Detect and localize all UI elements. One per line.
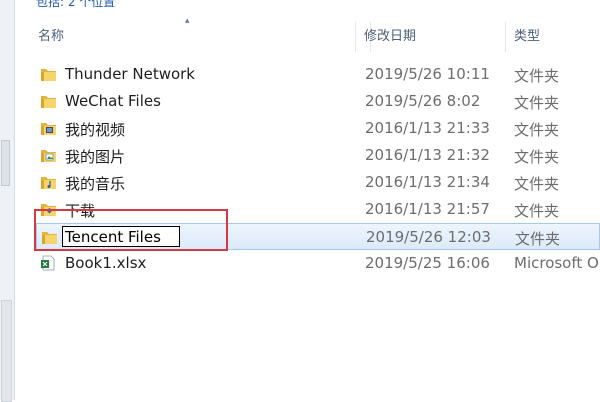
list-item[interactable]: 下载 2016/1/13 21:57 文件夹	[36, 196, 600, 223]
downloads-folder-icon	[40, 201, 57, 217]
folder-icon	[41, 229, 58, 245]
file-type: 文件夹	[514, 121, 560, 139]
list-item[interactable]: Book1.xlsx 2019/5/25 16:06 Microsoft O	[36, 250, 600, 277]
list-item[interactable]: 我的视频 2016/1/13 21:33 文件夹	[36, 115, 600, 142]
rename-input[interactable]	[62, 226, 180, 247]
list-item[interactable]: 我的图片 2016/1/13 21:32 文件夹	[36, 142, 600, 169]
file-date-modified: 2019/5/26 10:11	[365, 65, 490, 83]
file-date-modified: 2016/1/13 21:57	[365, 200, 490, 218]
column-header-type[interactable]: 类型	[506, 22, 600, 52]
file-date-modified: 2019/5/25 16:06	[365, 254, 490, 272]
library-locations-link[interactable]: 包括: 2 个位置	[36, 0, 115, 9]
video-folder-icon	[40, 120, 57, 136]
file-name: Thunder Network	[65, 65, 195, 83]
file-name: 下载	[65, 202, 96, 220]
list-item[interactable]: WeChat Files 2019/5/26 8:02 文件夹	[36, 88, 600, 115]
pane-splitter-grip[interactable]	[1, 140, 10, 186]
music-folder-icon	[40, 174, 57, 190]
file-date-modified: 2016/1/13 21:33	[365, 119, 490, 137]
pictures-folder-icon	[40, 147, 57, 163]
file-type: 文件夹	[514, 148, 560, 166]
file-name: WeChat Files	[65, 92, 161, 110]
file-name: 我的音乐	[65, 175, 126, 193]
file-name: Book1.xlsx	[65, 254, 147, 272]
folder-icon	[40, 93, 57, 109]
list-item[interactable]: 我的音乐 2016/1/13 21:34 文件夹	[36, 169, 600, 196]
file-date-modified: 2016/1/13 21:34	[365, 173, 490, 191]
file-date-modified: 2016/1/13 21:32	[365, 146, 490, 164]
file-type: 文件夹	[514, 175, 560, 193]
scrollbar-thumb[interactable]	[1, 300, 12, 402]
column-header-row: 名称 修改日期 类型	[14, 22, 600, 52]
excel-file-icon	[40, 255, 57, 271]
list-item-renaming[interactable]: 2019/5/26 12:03 文件夹	[36, 223, 600, 250]
left-scrollbar[interactable]	[0, 0, 15, 402]
list-item[interactable]: Thunder Network 2019/5/26 10:11 文件夹	[36, 61, 600, 88]
file-date-modified: 2019/5/26 12:03	[366, 228, 491, 246]
file-type: 文件夹	[515, 230, 561, 248]
file-date-modified: 2019/5/26 8:02	[365, 92, 481, 110]
file-name: 我的视频	[65, 121, 126, 139]
file-type: 文件夹	[514, 202, 560, 220]
column-header-name[interactable]: 名称	[30, 22, 371, 52]
file-type: 文件夹	[514, 67, 560, 85]
file-name: 我的图片	[65, 148, 126, 166]
file-type: Microsoft O	[514, 254, 599, 272]
file-type: 文件夹	[514, 94, 560, 112]
column-header-date-modified[interactable]: 修改日期	[355, 22, 506, 52]
folder-icon	[40, 66, 57, 82]
